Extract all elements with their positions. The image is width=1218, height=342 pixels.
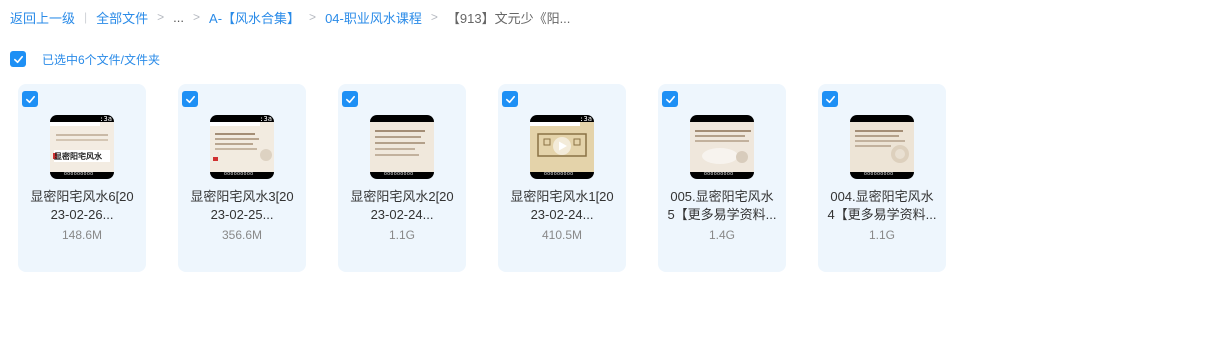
file-size: 1.1G bbox=[868, 228, 895, 242]
breadcrumb-item-ellipsis[interactable]: ... bbox=[173, 10, 184, 25]
thumbnail-tag: :3a bbox=[259, 115, 272, 123]
file-name-line1: 显密阳宅风水3[20 bbox=[190, 189, 294, 204]
file-size: 356.6M bbox=[221, 228, 263, 242]
video-thumbnail: ooooooooo bbox=[370, 115, 434, 179]
thumbnail-tag: :3a bbox=[99, 115, 112, 123]
file-name-line2: 23-02-26... bbox=[50, 207, 114, 222]
breadcrumb: 返回上一级 | 全部文件 > ... > A-【风水合集】 > 04-职业风水课… bbox=[10, 6, 570, 28]
breadcrumb-item-fengshui-collection[interactable]: A-【风水合集】 bbox=[209, 8, 300, 27]
chevron-right-icon: > bbox=[157, 10, 165, 24]
thumbnail-footer: ooooooooo bbox=[864, 171, 894, 177]
thumbnail-tag: :3a bbox=[579, 115, 592, 123]
file-card[interactable]: :3a ooooooooo 显密阳宅风水1[20 23-02-24... 410.… bbox=[498, 84, 626, 272]
file-size: 410.5M bbox=[541, 228, 583, 242]
thumbnail-footer: ooooooooo bbox=[384, 171, 414, 177]
thumbnail-caption: 显密阳宅风水 bbox=[54, 152, 102, 161]
thumbnail-image bbox=[370, 122, 434, 172]
check-icon bbox=[25, 95, 35, 103]
file-checkbox[interactable] bbox=[662, 91, 678, 107]
file-name-line1: 004.显密阳宅风水 bbox=[830, 189, 934, 204]
check-icon bbox=[505, 95, 515, 103]
thumbnail-footer: ooooooooo bbox=[704, 171, 734, 177]
file-name: 显密阳宅风水6[20 23-02-26... bbox=[26, 188, 138, 224]
selection-bar: 已选中6个文件/文件夹 bbox=[10, 50, 160, 68]
file-grid: :3a 显密阳宅风水 ooooooooo 显密阳宅风水6[20 23-02-26.… bbox=[18, 84, 946, 272]
file-card[interactable]: ooooooooo 显密阳宅风水2[20 23-02-24... 1.1G bbox=[338, 84, 466, 272]
breadcrumb-divider: | bbox=[84, 10, 88, 24]
file-name-line2: 5【更多易学资料... bbox=[667, 207, 777, 222]
selection-count-label: 已选中6个文件/文件夹 bbox=[42, 52, 161, 67]
thumbnail-image bbox=[210, 122, 274, 172]
video-thumbnail: :3a ooooooooo bbox=[210, 115, 274, 179]
back-link[interactable]: 返回上一级 bbox=[10, 8, 75, 27]
file-name: 显密阳宅风水1[20 23-02-24... bbox=[506, 188, 618, 224]
video-thumbnail: ooooooooo bbox=[850, 115, 914, 179]
file-name-line1: 显密阳宅风水6[20 bbox=[30, 189, 134, 204]
file-name: 005.显密阳宅风水 5【更多易学资料... bbox=[666, 188, 778, 224]
video-thumbnail: ooooooooo bbox=[690, 115, 754, 179]
check-icon bbox=[825, 95, 835, 103]
file-name: 显密阳宅风水3[20 23-02-25... bbox=[186, 188, 298, 224]
check-icon bbox=[345, 95, 355, 103]
thumbnail-footer: ooooooooo bbox=[544, 171, 574, 177]
file-checkbox[interactable] bbox=[822, 91, 838, 107]
file-checkbox[interactable] bbox=[22, 91, 38, 107]
check-icon bbox=[665, 95, 675, 103]
file-size: 148.6M bbox=[61, 228, 103, 242]
breadcrumb-item-current: 【913】文元少《阳... bbox=[446, 10, 571, 26]
video-thumbnail: :3a ooooooooo bbox=[530, 115, 594, 179]
file-card[interactable]: :3a 显密阳宅风水 ooooooooo 显密阳宅风水6[20 23-02-26.… bbox=[18, 84, 146, 272]
file-name-line2: 23-02-25... bbox=[210, 207, 274, 222]
file-checkbox[interactable] bbox=[502, 91, 518, 107]
thumbnail-footer: ooooooooo bbox=[224, 171, 254, 177]
file-size: 1.1G bbox=[388, 228, 415, 242]
file-name-line1: 显密阳宅风水1[20 bbox=[510, 189, 614, 204]
thumbnail-image bbox=[50, 122, 114, 172]
file-card[interactable]: :3a ooooooooo 显密阳宅风水3[20 23-02-25... 356.… bbox=[178, 84, 306, 272]
thumbnail-image bbox=[530, 122, 594, 172]
file-name-line1: 显密阳宅风水2[20 bbox=[350, 189, 454, 204]
select-all-checkbox[interactable] bbox=[10, 51, 26, 67]
check-icon bbox=[13, 55, 23, 63]
file-name: 004.显密阳宅风水 4【更多易学资料... bbox=[826, 188, 938, 224]
chevron-right-icon: > bbox=[309, 10, 317, 24]
check-icon bbox=[185, 95, 195, 103]
file-size: 1.4G bbox=[708, 228, 735, 242]
file-name-line2: 4【更多易学资料... bbox=[827, 207, 937, 222]
thumbnail-image bbox=[690, 122, 754, 172]
file-checkbox[interactable] bbox=[182, 91, 198, 107]
thumbnail-image bbox=[850, 122, 914, 172]
breadcrumb-item-all-files[interactable]: 全部文件 bbox=[96, 8, 148, 27]
chevron-right-icon: > bbox=[430, 10, 438, 24]
file-checkbox[interactable] bbox=[342, 91, 358, 107]
file-name-line1: 005.显密阳宅风水 bbox=[670, 189, 774, 204]
file-card[interactable]: ooooooooo 005.显密阳宅风水 5【更多易学资料... 1.4G bbox=[658, 84, 786, 272]
breadcrumb-item-course[interactable]: 04-职业风水课程 bbox=[325, 8, 422, 27]
file-card[interactable]: ooooooooo 004.显密阳宅风水 4【更多易学资料... 1.1G bbox=[818, 84, 946, 272]
file-name: 显密阳宅风水2[20 23-02-24... bbox=[346, 188, 458, 224]
file-name-line2: 23-02-24... bbox=[370, 207, 434, 222]
video-thumbnail: :3a 显密阳宅风水 ooooooooo bbox=[50, 115, 114, 179]
chevron-right-icon: > bbox=[193, 10, 201, 24]
file-name-line2: 23-02-24... bbox=[530, 207, 594, 222]
thumbnail-footer: ooooooooo bbox=[64, 171, 94, 177]
